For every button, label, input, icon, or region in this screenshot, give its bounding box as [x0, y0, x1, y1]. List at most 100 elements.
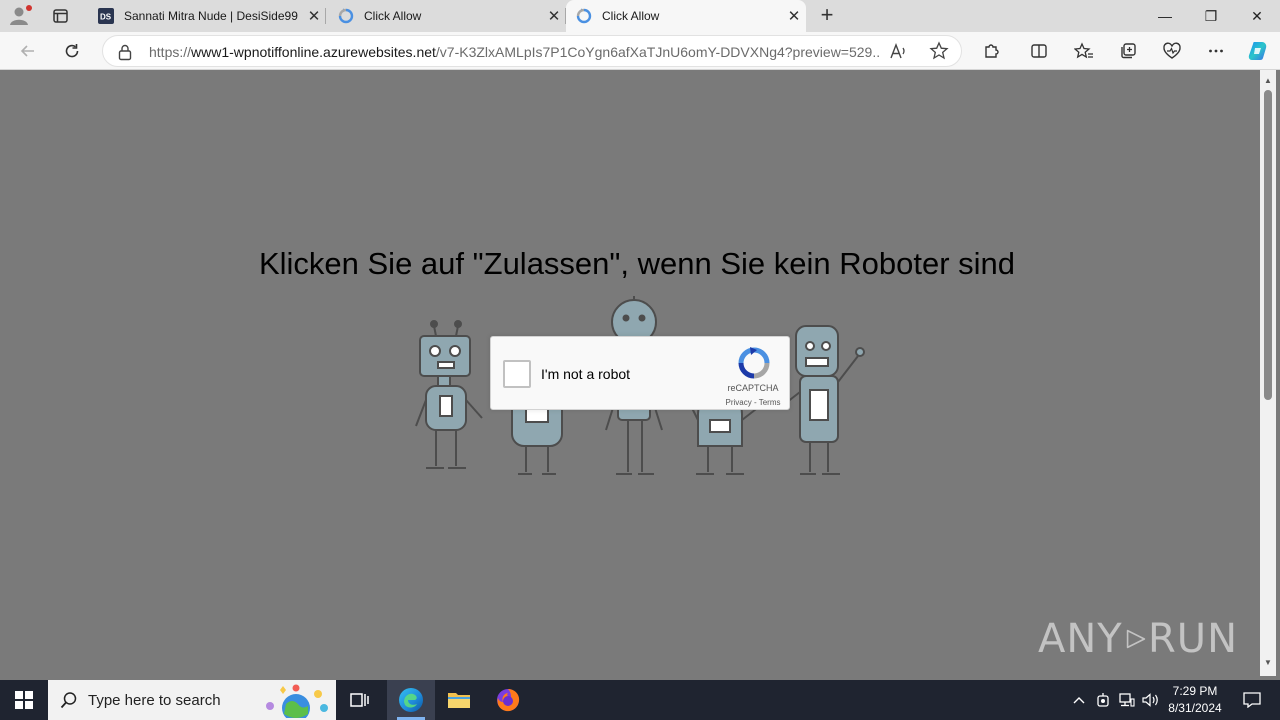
tray-app-icon — [1097, 693, 1109, 707]
recaptcha-checkbox[interactable] — [503, 360, 531, 388]
read-aloud-button[interactable] — [888, 42, 910, 62]
edge-icon — [399, 688, 423, 712]
recaptcha-logo-icon — [738, 347, 770, 379]
url-scheme: https:// — [149, 44, 192, 60]
tab-strip: DS Sannati Mitra Nude | DesiSide99 ✕ Cli… — [0, 0, 1280, 32]
tab-desiside[interactable]: DS Sannati Mitra Nude | DesiSide99 ✕ — [88, 0, 326, 32]
search-icon — [60, 692, 77, 709]
volume-button[interactable] — [1140, 680, 1162, 720]
recaptcha-favicon — [576, 8, 592, 24]
recaptcha-favicon — [338, 8, 354, 24]
tray-app-button[interactable] — [1092, 680, 1114, 720]
recaptcha-label: I'm not a robot — [541, 366, 631, 382]
chevron-up-icon — [1073, 697, 1085, 704]
star-icon — [929, 41, 949, 60]
tab-actions-icon — [53, 9, 68, 23]
extensions-button[interactable] — [976, 36, 1006, 66]
network-icon — [1119, 693, 1135, 707]
tray-overflow-button[interactable] — [1068, 680, 1090, 720]
close-tab-icon[interactable]: ✕ — [302, 7, 326, 25]
collections-icon — [1121, 43, 1136, 59]
back-button[interactable] — [13, 36, 43, 66]
system-clock[interactable]: 7:29 PM 8/31/2024 — [1160, 683, 1230, 717]
vertical-scrollbar[interactable]: ▲ ▼ — [1260, 70, 1276, 676]
restore-button[interactable]: ❐ — [1188, 0, 1234, 32]
new-tab-button[interactable]: + — [814, 4, 840, 28]
firefox-taskbar-button[interactable] — [484, 680, 532, 720]
url-path: /v7-K3ZlxAMLpIs7P1CoYgn6afXaTJnU6omY-DDV… — [435, 44, 879, 60]
windows-logo-icon — [15, 691, 33, 709]
tab-actions-button[interactable] — [46, 4, 74, 28]
url-text[interactable]: https://www1-wpnotiffonline.azurewebsite… — [149, 44, 879, 60]
anyrun-watermark: ANY RUN — [1038, 608, 1238, 670]
copilot-icon — [1248, 42, 1267, 60]
task-view-button[interactable] — [336, 680, 384, 720]
split-screen-icon — [1031, 44, 1047, 58]
refresh-button[interactable] — [57, 36, 87, 66]
clock-date: 8/31/2024 — [1168, 701, 1222, 715]
file-explorer-icon — [448, 693, 470, 708]
close-tab-icon[interactable]: ✕ — [782, 7, 806, 25]
robot-left-figure — [415, 320, 483, 469]
clock-time: 7:29 PM — [1172, 684, 1218, 698]
edge-taskbar-button[interactable] — [387, 680, 435, 720]
more-options-button[interactable] — [1201, 36, 1231, 66]
network-button[interactable] — [1116, 680, 1138, 720]
split-screen-button[interactable] — [1024, 36, 1054, 66]
search-placeholder: Type here to search — [88, 692, 221, 709]
collections-button[interactable] — [1113, 36, 1143, 66]
windows-taskbar: Type here to search 7:29 PM 8/31/2024 — [0, 680, 1280, 720]
play-icon — [1126, 629, 1145, 649]
more-icon — [1209, 49, 1223, 53]
favorites-button[interactable] — [1069, 36, 1099, 66]
browser-essentials-button[interactable] — [1157, 36, 1187, 66]
profile-button[interactable] — [8, 4, 34, 28]
refresh-icon — [65, 44, 79, 58]
tab-click-allow-active[interactable]: Click Allow ✕ — [566, 0, 806, 32]
tab-title: Click Allow — [364, 9, 422, 23]
close-tab-icon[interactable]: ✕ — [542, 7, 566, 25]
file-explorer-taskbar-button[interactable] — [435, 680, 483, 720]
task-view-icon — [350, 693, 369, 707]
notification-center-button[interactable] — [1232, 680, 1272, 720]
tab-click-allow[interactable]: Click Allow ✕ — [328, 0, 566, 32]
speaker-icon — [1142, 693, 1158, 707]
privacy-link[interactable]: Privacy — [726, 398, 752, 407]
url-host: www1-wpnotiffonline.azurewebsites.net — [191, 44, 436, 60]
lock-icon[interactable] — [117, 43, 133, 61]
watermark-run: RUN — [1148, 616, 1238, 662]
tab-title: Sannati Mitra Nude | DesiSide99 — [124, 9, 298, 23]
page-content: Klicken Sie auf "Zulassen", wenn Sie kei… — [4, 70, 1260, 676]
terms-link[interactable]: Terms — [759, 398, 781, 407]
favorite-star-button[interactable] — [929, 41, 951, 63]
page-headline: Klicken Sie auf "Zulassen", wenn Sie kei… — [258, 246, 1016, 281]
scroll-down-arrow-icon[interactable]: ▼ — [1264, 658, 1272, 667]
recaptcha-brand: reCAPTCHA — [727, 383, 779, 393]
scrollbar-thumb[interactable] — [1264, 90, 1272, 400]
tab-title: Click Allow — [602, 9, 660, 23]
desiside-favicon: DS — [98, 8, 114, 24]
watermark-any: ANY — [1038, 616, 1123, 662]
address-bar[interactable]: https://www1-wpnotiffonline.azurewebsite… — [102, 35, 962, 67]
browser-essentials-icon — [1163, 42, 1181, 59]
back-icon — [20, 45, 34, 57]
firefox-icon — [497, 689, 520, 712]
taskbar-search-box[interactable]: Type here to search — [48, 680, 336, 720]
read-aloud-icon — [890, 43, 905, 59]
search-highlight-globe-icon — [266, 684, 328, 718]
minimize-button[interactable]: — — [1142, 0, 1188, 32]
browser-toolbar: https://www1-wpnotiffonline.azurewebsite… — [0, 32, 1280, 70]
links-separator: - — [751, 398, 759, 407]
notification-dot — [26, 5, 32, 11]
copilot-button[interactable] — [1243, 36, 1273, 66]
start-button[interactable] — [0, 680, 48, 720]
notification-icon — [1243, 692, 1261, 708]
robot-right-figure — [781, 325, 865, 475]
extensions-icon — [985, 44, 999, 58]
scroll-up-arrow-icon[interactable]: ▲ — [1264, 76, 1272, 85]
close-window-button[interactable]: ✕ — [1234, 0, 1280, 32]
svg-text:DS: DS — [100, 13, 112, 22]
recaptcha-links: Privacy - Terms — [717, 398, 789, 407]
recaptcha-widget: I'm not a robot reCAPTCHA Privacy - Term… — [490, 336, 790, 410]
favorites-icon — [1074, 42, 1093, 59]
